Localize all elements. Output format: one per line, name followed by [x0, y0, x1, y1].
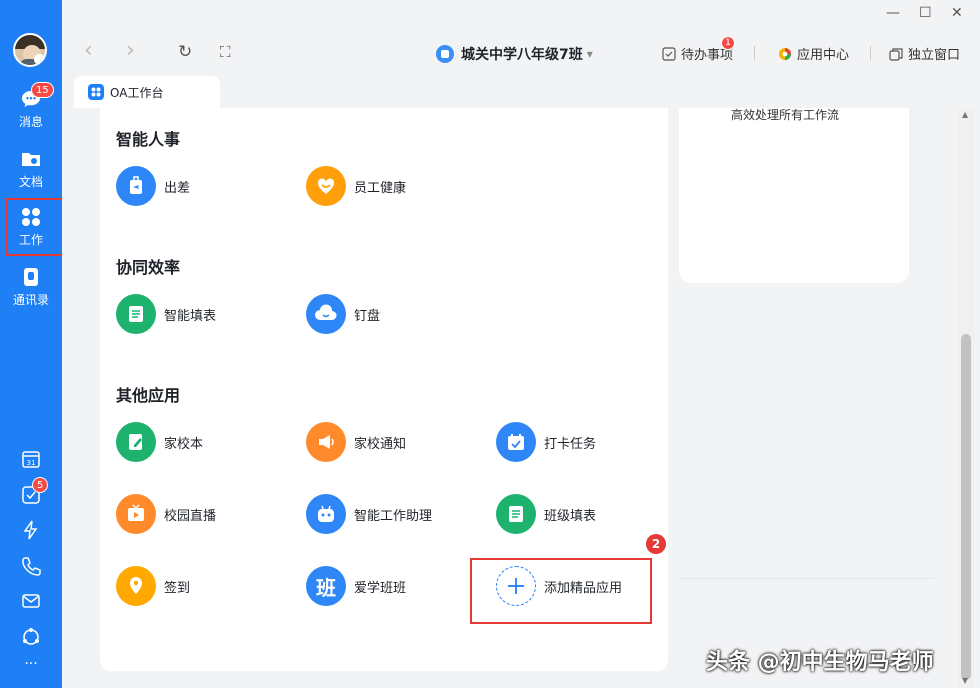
- divider: [679, 578, 934, 579]
- sidebar-item-messages[interactable]: 消息 15: [0, 82, 62, 130]
- dingtalk-window: 消息 15 文档 工作 1 通讯录 31 5 ··· — ☐ ✕ ‹ ›: [0, 0, 980, 688]
- app-aixue-banban[interactable]: 班 爱学班班: [306, 566, 406, 606]
- sidebar-item-label: 消息: [18, 115, 43, 129]
- megaphone-icon: [306, 422, 346, 462]
- watermark: 头条 @初中生物马老师: [706, 650, 934, 675]
- oa-icon: [88, 84, 104, 100]
- todo-count-badge: 1: [721, 36, 735, 50]
- app-business-trip[interactable]: 出差: [116, 166, 190, 206]
- tab-label: OA工作台: [110, 85, 164, 100]
- cloud-icon: [306, 294, 346, 334]
- app-label: 钉盘: [354, 308, 381, 324]
- refresh-button[interactable]: ↻: [178, 42, 192, 62]
- annotation-box-work: [6, 198, 70, 256]
- todo-badge: 5: [32, 477, 49, 493]
- scrollbar-thumb[interactable]: [961, 334, 971, 680]
- app-label: 家校通知: [354, 436, 407, 452]
- scroll-down-icon[interactable]: ▼: [962, 676, 968, 685]
- ban-glyph-icon: 班: [306, 566, 346, 606]
- more-icon[interactable]: ···: [0, 656, 62, 672]
- app-smart-form[interactable]: 智能填表: [116, 294, 216, 334]
- app-label: 智能工作助理: [354, 508, 433, 524]
- app-class-form[interactable]: 班级填表: [496, 494, 596, 534]
- app-label: 员工健康: [354, 180, 407, 196]
- org-name: 城关中学八年级7班: [461, 47, 583, 63]
- workflow-description: 高效处理所有工作流: [731, 108, 840, 122]
- app-checkin-task[interactable]: 打卡任务: [496, 422, 596, 462]
- folder-icon: [22, 153, 40, 166]
- minimize-button[interactable]: —: [886, 5, 900, 21]
- address-book-icon: [24, 268, 38, 286]
- tab-oa-workbench[interactable]: OA工作台: [74, 76, 220, 108]
- section-title-collab: 协同效率: [116, 258, 181, 277]
- scroll-up-icon[interactable]: ▲: [962, 110, 968, 119]
- calendar-check-icon: [496, 422, 536, 462]
- org-switcher[interactable]: 城关中学八年级7班 ▾: [436, 44, 593, 64]
- app-label: 家校本: [164, 436, 204, 452]
- suitcase-plane-icon: [116, 166, 156, 206]
- app-label: 校园直播: [164, 508, 217, 524]
- tv-play-icon: [116, 494, 156, 534]
- form-sheet-icon: [116, 294, 156, 334]
- divider: [754, 46, 755, 60]
- section-title-hr: 智能人事: [116, 130, 181, 149]
- location-pin-icon: [116, 566, 156, 606]
- svg-text:31: 31: [27, 459, 36, 467]
- notebook-pen-icon: [116, 422, 156, 462]
- sidebar-item-label: 文档: [18, 175, 43, 189]
- annotation-marker-2: 2: [646, 534, 666, 554]
- avatar[interactable]: [13, 33, 47, 67]
- calendar-icon[interactable]: 31: [20, 448, 42, 470]
- main-content: 智能人事 出差 员工健康 协同效率 智能填表 钉盘 其他应用 家校本 家校通知 …: [62, 108, 980, 688]
- app-label: 爱学班班: [354, 580, 407, 596]
- app-home-school-book[interactable]: 家校本: [116, 422, 203, 462]
- app-label: 签到: [164, 580, 191, 596]
- app-sign-in[interactable]: 签到: [116, 566, 190, 606]
- standalone-window-button[interactable]: 独立窗口: [889, 44, 960, 63]
- mail-icon[interactable]: [20, 590, 42, 612]
- forward-button[interactable]: ›: [126, 38, 135, 63]
- app-label: 班级填表: [544, 508, 597, 524]
- sidebar-item-label: 通讯录: [12, 293, 49, 307]
- back-button[interactable]: ‹: [84, 38, 93, 63]
- app-home-school-notice[interactable]: 家校通知: [306, 422, 406, 462]
- form-sheet-icon: [496, 494, 536, 534]
- app-label: 出差: [164, 180, 191, 196]
- org-icon: [436, 45, 454, 63]
- app-label: 打卡任务: [544, 436, 597, 452]
- lightning-icon[interactable]: [20, 519, 42, 541]
- robot-icon: [306, 494, 346, 534]
- chevron-down-icon: ▾: [586, 47, 593, 61]
- app-center-icon: [779, 47, 791, 60]
- vertical-scrollbar[interactable]: ▲ ▼: [958, 108, 974, 688]
- divider: [870, 46, 871, 60]
- fullscreen-button[interactable]: ⛶: [220, 43, 231, 61]
- top-bar: — ☐ ✕ ‹ › ↻ ⛶ 城关中学八年级7班 ▾ 待办事项 1 应用中心 独立…: [62, 0, 980, 108]
- app-ding-drive[interactable]: 钉盘: [306, 294, 380, 334]
- maximize-button[interactable]: ☐: [919, 5, 932, 21]
- workflow-card[interactable]: 高效处理所有工作流: [679, 108, 909, 283]
- unread-badge: 15: [31, 82, 54, 98]
- standalone-label: 独立窗口: [908, 48, 961, 63]
- app-center-label: 应用中心: [797, 48, 850, 63]
- app-center-button[interactable]: 应用中心: [778, 44, 849, 63]
- heart-smile-icon: [306, 166, 346, 206]
- annotation-box-add-app: [470, 558, 652, 624]
- window-copy-icon: [889, 47, 903, 61]
- app-label: 智能填表: [164, 308, 217, 324]
- network-icon[interactable]: [20, 626, 42, 648]
- app-employee-health[interactable]: 员工健康: [306, 166, 406, 206]
- phone-icon[interactable]: [20, 555, 42, 577]
- app-smart-assistant[interactable]: 智能工作助理: [306, 494, 432, 534]
- check-square-icon: [662, 46, 676, 61]
- sidebar-item-contacts[interactable]: 通讯录: [0, 266, 62, 308]
- section-title-other: 其他应用: [116, 386, 181, 405]
- left-sidebar: 消息 15 文档 工作 1 通讯录 31 5 ···: [0, 0, 92, 688]
- app-campus-live[interactable]: 校园直播: [116, 494, 216, 534]
- sidebar-item-docs[interactable]: 文档: [0, 148, 62, 190]
- close-button[interactable]: ✕: [951, 5, 963, 21]
